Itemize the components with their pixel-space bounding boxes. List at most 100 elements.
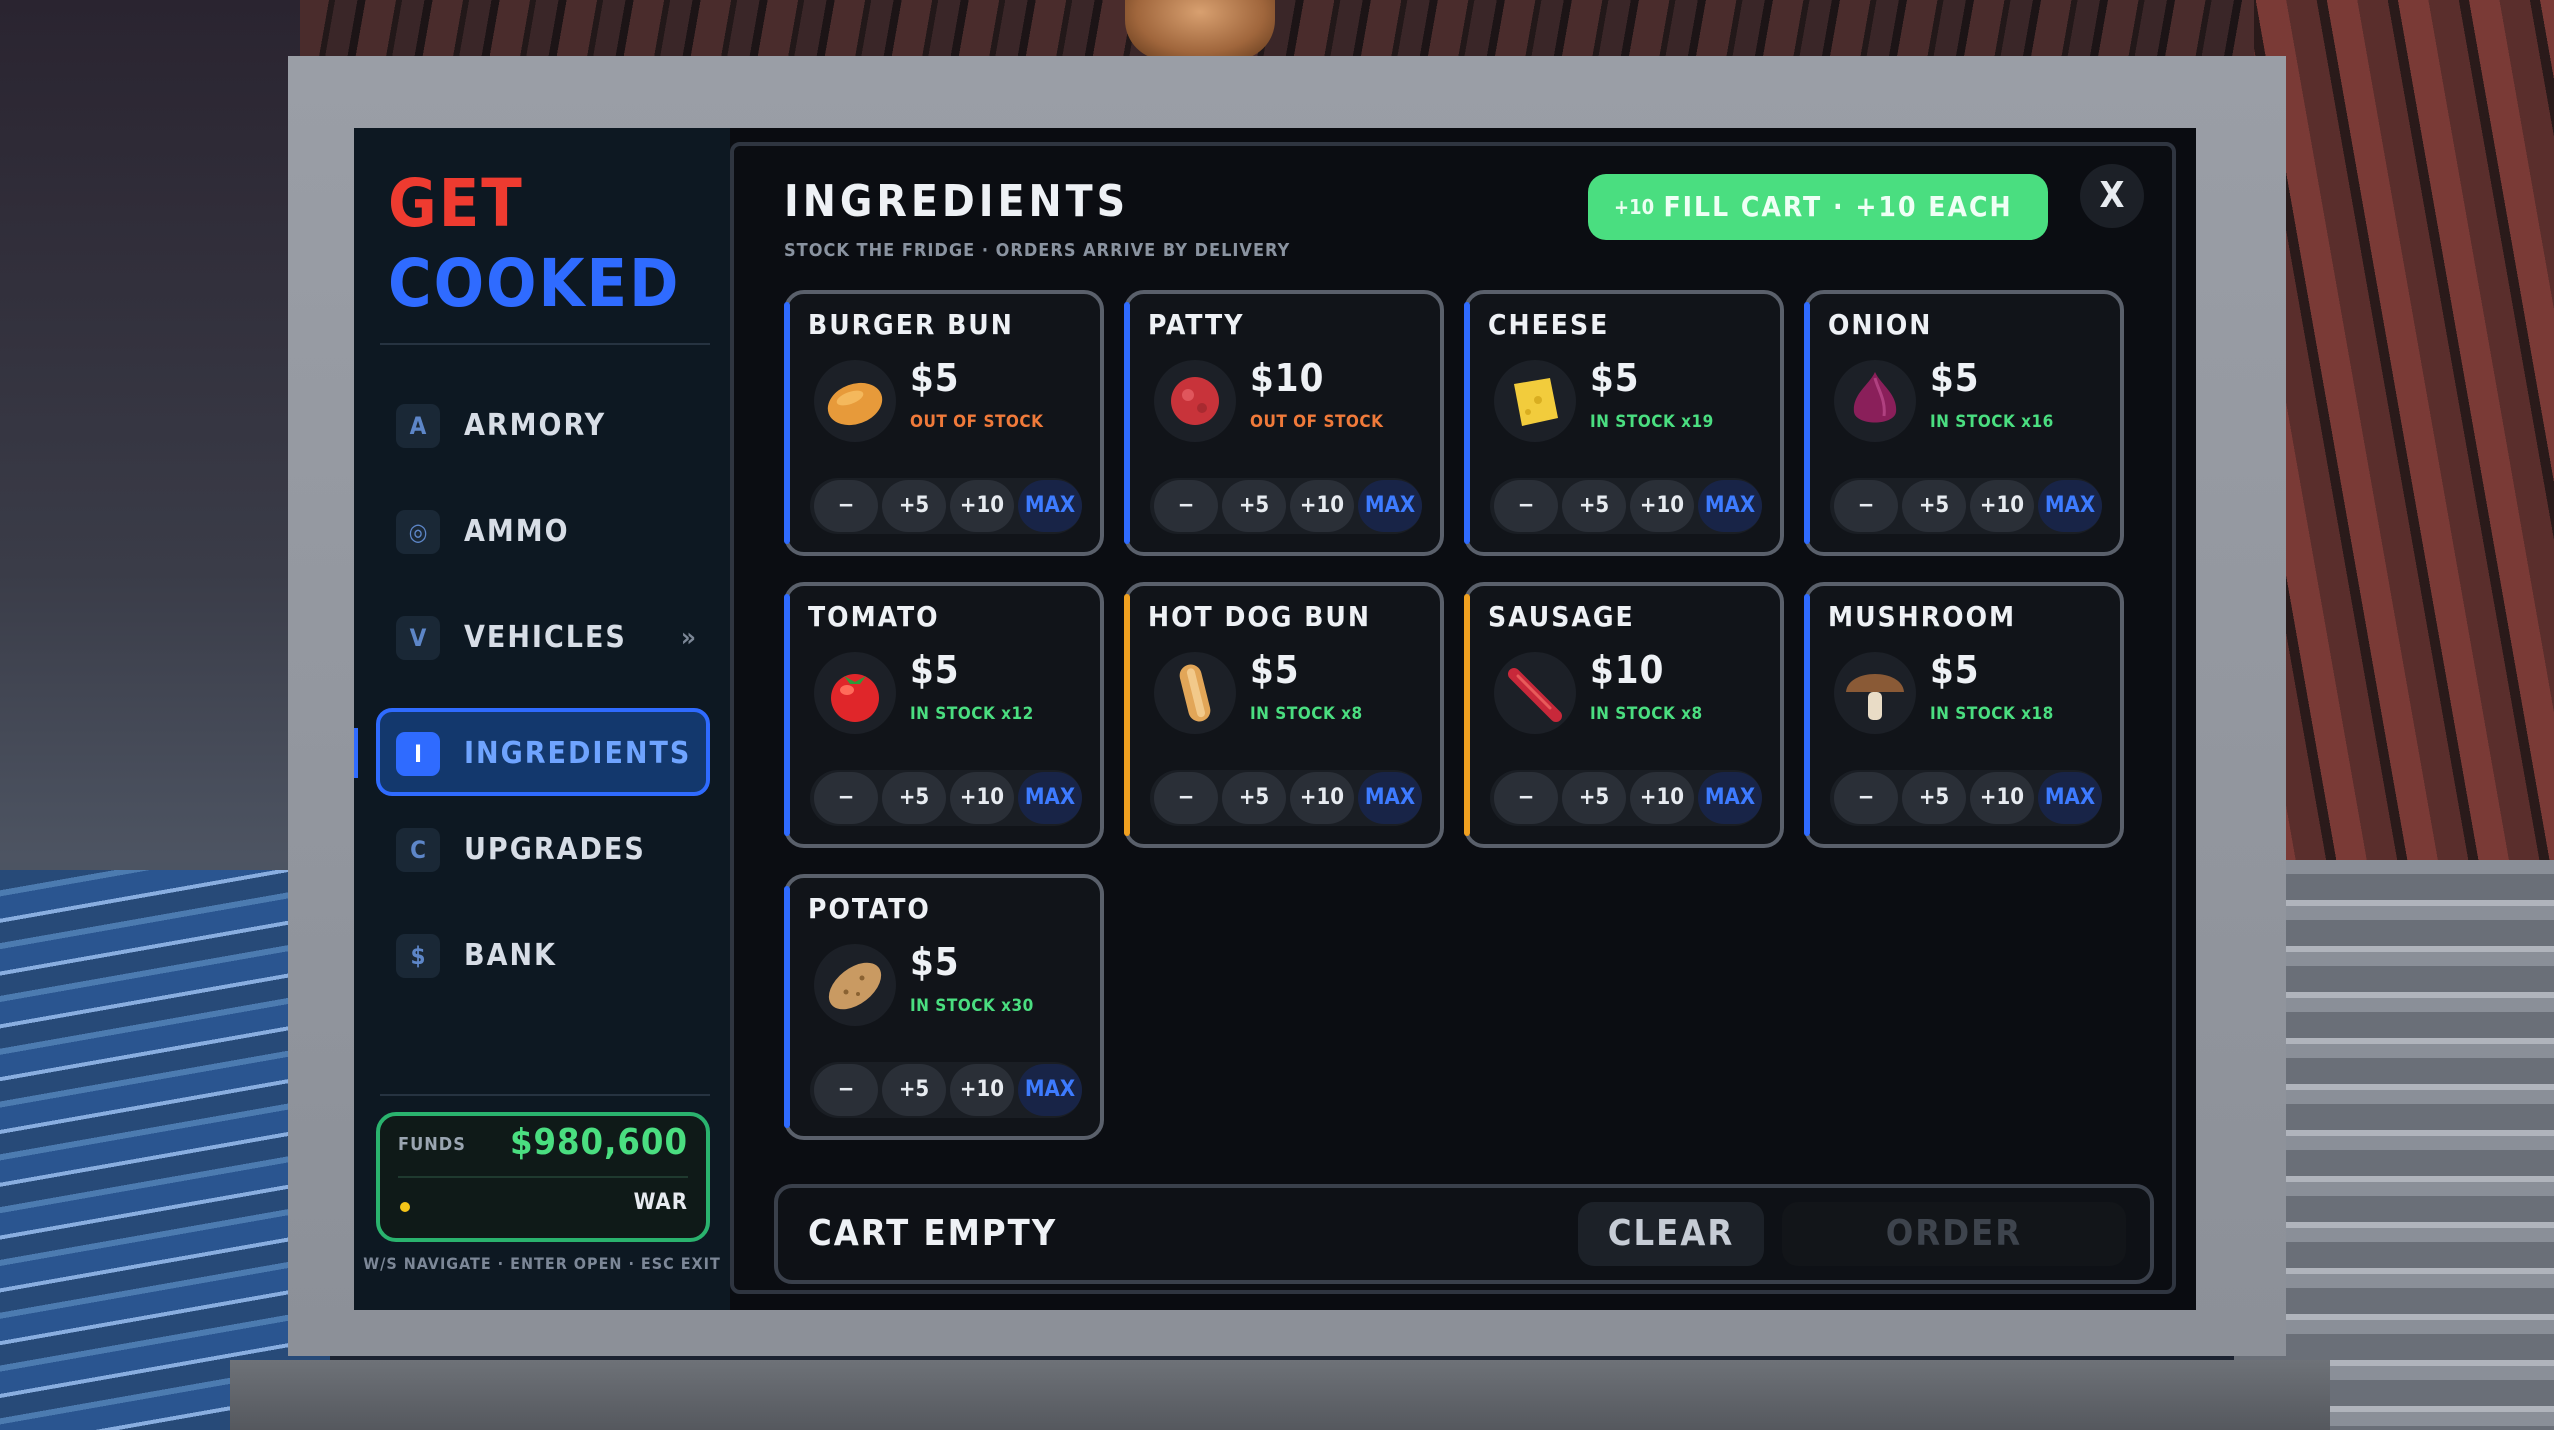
- stock-status: IN STOCK x30: [910, 996, 1034, 1016]
- stock-status: OUT OF STOCK: [910, 412, 1044, 432]
- decrease-button[interactable]: −: [1834, 772, 1898, 824]
- game-mode: WAR: [633, 1190, 688, 1215]
- add-10-button[interactable]: +10: [1290, 480, 1354, 532]
- onion-icon: [1834, 360, 1916, 442]
- decrease-button[interactable]: −: [814, 772, 878, 824]
- ingredient-price: $5: [910, 940, 960, 984]
- sidebar-item-ingredients[interactable]: I INGREDIENTS: [376, 708, 710, 796]
- decrease-button[interactable]: −: [1154, 772, 1218, 824]
- stock-status: IN STOCK x16: [1930, 412, 2054, 432]
- add-5-button[interactable]: +5: [1222, 480, 1286, 532]
- add-5-button[interactable]: +5: [1222, 772, 1286, 824]
- ingredient-price: $5: [1250, 648, 1300, 692]
- ingredient-card[interactable]: MUSHROOM $5 IN STOCK x18 − +5 +10 MAX: [1804, 582, 2124, 848]
- max-button[interactable]: MAX: [1018, 480, 1082, 532]
- add-5-button[interactable]: +5: [882, 772, 946, 824]
- sidebar-item-ammo[interactable]: ◎ AMMO: [376, 486, 710, 574]
- ingredient-card[interactable]: CHEESE $5 IN STOCK x19 − +5 +10 MAX: [1464, 290, 1784, 556]
- sidebar-item-vehicles[interactable]: V VEHICLES »: [376, 592, 710, 680]
- clear-button[interactable]: CLEAR: [1578, 1202, 1764, 1266]
- quantity-controls: − +5 +10 MAX: [1830, 770, 2102, 826]
- funds-panel: FUNDS $980,600 WAR: [376, 1112, 710, 1242]
- add-5-button[interactable]: +5: [882, 480, 946, 532]
- max-button[interactable]: MAX: [1018, 772, 1082, 824]
- add-5-button[interactable]: +5: [882, 1064, 946, 1116]
- fill-cart-button[interactable]: +10 FILL CART · +10 EACH: [1588, 174, 2048, 240]
- decrease-button[interactable]: −: [814, 480, 878, 532]
- ingredient-card[interactable]: ONION $5 IN STOCK x16 − +5 +10 MAX: [1804, 290, 2124, 556]
- ingredient-card[interactable]: BURGER BUN $5 OUT OF STOCK − +5 +10 MAX: [784, 290, 1104, 556]
- ingredient-card[interactable]: POTATO $5 IN STOCK x30 − +5 +10 MAX: [784, 874, 1104, 1140]
- add-10-button[interactable]: +10: [1630, 772, 1694, 824]
- sidebar-item-armory[interactable]: A ARMORY: [376, 380, 710, 468]
- add-10-button[interactable]: +10: [1970, 772, 2034, 824]
- sidebar-divider: [380, 343, 710, 345]
- ingredient-price: $5: [1590, 356, 1640, 400]
- stock-status: IN STOCK x18: [1930, 704, 2054, 724]
- max-button[interactable]: MAX: [1698, 480, 1762, 532]
- double-chevron-right-icon: »: [680, 623, 696, 653]
- ingredient-card[interactable]: SAUSAGE $10 IN STOCK x8 − +5 +10 MAX: [1464, 582, 1784, 848]
- decrease-button[interactable]: −: [1834, 480, 1898, 532]
- max-button[interactable]: MAX: [2038, 480, 2102, 532]
- stock-status: IN STOCK x12: [910, 704, 1034, 724]
- fill-cart-label: FILL CART · +10 EACH: [1663, 190, 2013, 223]
- page-title: INGREDIENTS: [784, 176, 1130, 227]
- add-10-button[interactable]: +10: [950, 772, 1014, 824]
- add-10-button[interactable]: +10: [950, 1064, 1014, 1116]
- add-5-button[interactable]: +5: [1902, 480, 1966, 532]
- cheese-icon: [1494, 360, 1576, 442]
- max-button[interactable]: MAX: [1018, 1064, 1082, 1116]
- max-button[interactable]: MAX: [2038, 772, 2102, 824]
- ingredient-price: $5: [910, 648, 960, 692]
- max-button[interactable]: MAX: [1698, 772, 1762, 824]
- ingredient-card[interactable]: HOT DOG BUN $5 IN STOCK x8 − +5 +10 MAX: [1124, 582, 1444, 848]
- key-hint: V: [396, 616, 440, 660]
- quantity-controls: − +5 +10 MAX: [1490, 478, 1762, 534]
- sidebar: GET COOKED A ARMORY ◎ AMMO V VEHICLES » …: [354, 128, 730, 1310]
- max-button[interactable]: MAX: [1358, 772, 1422, 824]
- brand-line-2: COOKED: [388, 245, 681, 322]
- ingredient-card[interactable]: TOMATO $5 IN STOCK x12 − +5 +10 MAX: [784, 582, 1104, 848]
- card-accent: [1124, 594, 1130, 836]
- key-hint: A: [396, 404, 440, 448]
- stock-status: IN STOCK x19: [1590, 412, 1714, 432]
- order-button[interactable]: ORDER: [1782, 1202, 2126, 1266]
- key-hint: I: [396, 732, 440, 776]
- add-5-button[interactable]: +5: [1562, 772, 1626, 824]
- card-accent: [784, 886, 790, 1128]
- ingredient-card[interactable]: PATTY $10 OUT OF STOCK − +5 +10 MAX: [1124, 290, 1444, 556]
- max-button[interactable]: MAX: [1358, 480, 1422, 532]
- decrease-button[interactable]: −: [1494, 480, 1558, 532]
- ingredient-name: HOT DOG BUN: [1148, 600, 1371, 633]
- sidebar-item-label: BANK: [464, 938, 557, 973]
- stock-status: IN STOCK x8: [1590, 704, 1703, 724]
- decrease-button[interactable]: −: [1154, 480, 1218, 532]
- card-accent: [1464, 594, 1470, 836]
- ingredient-price: $10: [1590, 648, 1665, 692]
- funds-value: $980,600: [509, 1122, 688, 1163]
- page-subtitle: STOCK THE FRIDGE · ORDERS ARRIVE BY DELI…: [784, 240, 1291, 261]
- add-10-button[interactable]: +10: [950, 480, 1014, 532]
- ingredient-price: $10: [1250, 356, 1325, 400]
- quantity-controls: − +5 +10 MAX: [810, 770, 1082, 826]
- add-10-button[interactable]: +10: [1290, 772, 1354, 824]
- ingredient-price: $5: [1930, 648, 1980, 692]
- ingredient-name: MUSHROOM: [1828, 600, 2017, 633]
- ingredient-name: POTATO: [808, 892, 931, 925]
- bun-icon: [814, 360, 896, 442]
- card-accent: [1804, 302, 1810, 544]
- cart-status: CART EMPTY: [808, 1213, 1058, 1254]
- decrease-button[interactable]: −: [1494, 772, 1558, 824]
- sidebar-item-upgrades[interactable]: C UPGRADES: [376, 804, 710, 892]
- add-5-button[interactable]: +5: [1562, 480, 1626, 532]
- brand-logo: GET COOKED: [388, 164, 680, 324]
- decrease-button[interactable]: −: [814, 1064, 878, 1116]
- add-10-button[interactable]: +10: [1630, 480, 1694, 532]
- close-button[interactable]: X: [2080, 164, 2144, 228]
- add-5-button[interactable]: +5: [1902, 772, 1966, 824]
- quantity-controls: − +5 +10 MAX: [810, 1062, 1082, 1118]
- add-10-button[interactable]: +10: [1970, 480, 2034, 532]
- sidebar-item-label: INGREDIENTS: [464, 736, 692, 771]
- sidebar-item-bank[interactable]: $ BANK: [376, 910, 710, 998]
